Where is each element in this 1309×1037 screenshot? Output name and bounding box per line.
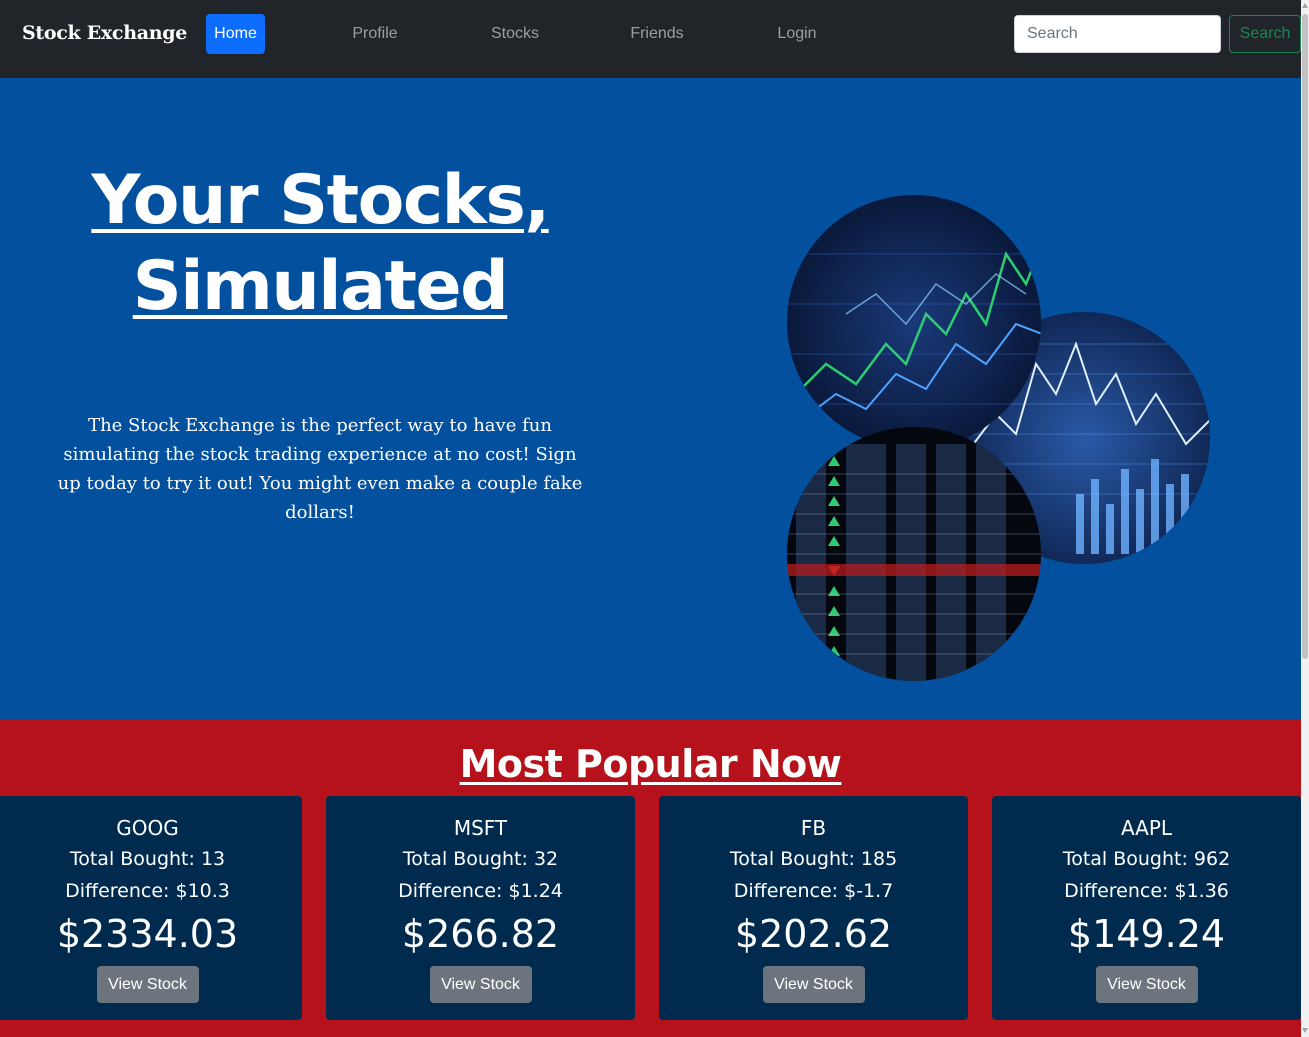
view-stock-button[interactable]: View Stock (96, 966, 199, 1003)
stock-difference: Difference: $10.3 (65, 880, 230, 902)
nav-login[interactable]: Login (766, 14, 828, 54)
popular-section: Most Popular Now GOOG Total Bought: 13 D… (0, 720, 1301, 1037)
navbar: Stock Exchange Home Profile Stocks Frien… (0, 0, 1301, 78)
search-input[interactable] (1014, 15, 1221, 53)
view-stock-button[interactable]: View Stock (762, 966, 865, 1003)
scroll-thumb[interactable] (1302, 14, 1308, 659)
stock-card-fb: FB Total Bought: 185 Difference: $-1.7 $… (659, 796, 968, 1020)
stock-total-bought: Total Bought: 13 (69, 848, 226, 870)
page-scrollbar[interactable] (1301, 0, 1309, 1037)
stock-difference: Difference: $-1.7 (733, 880, 894, 902)
stock-total-bought: Total Bought: 32 (402, 848, 559, 870)
view-stock-button[interactable]: View Stock (429, 966, 532, 1003)
stock-difference: Difference: $1.36 (1064, 880, 1229, 902)
hero-title: Your Stocks, Simulated (91, 161, 550, 326)
scroll-down-icon[interactable] (1302, 1028, 1308, 1033)
brand-logo[interactable]: Stock Exchange (22, 22, 187, 44)
stock-ticker: GOOG (116, 816, 179, 840)
stock-total-bought: Total Bought: 185 (729, 848, 898, 870)
stock-price: $149.24 (1067, 912, 1226, 956)
stock-price: $266.82 (401, 912, 560, 956)
nav-profile[interactable]: Profile (340, 14, 410, 54)
stock-price: $2334.03 (56, 912, 239, 956)
stock-difference: Difference: $1.24 (398, 880, 563, 902)
stock-ticker: FB (800, 816, 827, 840)
hero-section: Your Stocks, Simulated The Stock Exchang… (0, 78, 1301, 720)
nav-home[interactable]: Home (206, 14, 265, 54)
stock-card-goog: GOOG Total Bought: 13 Difference: $10.3 … (0, 796, 302, 1020)
stock-ticker: MSFT (453, 816, 508, 840)
search-button[interactable]: Search (1229, 15, 1301, 53)
stock-ticker: AAPL (1120, 816, 1173, 840)
nav-friends[interactable]: Friends (620, 14, 694, 54)
popular-title: Most Popular Now (459, 742, 842, 786)
stock-price: $202.62 (734, 912, 893, 956)
hero-description: The Stock Exchange is the perfect way to… (57, 415, 583, 523)
stock-card-msft: MSFT Total Bought: 32 Difference: $1.24 … (326, 796, 635, 1020)
view-stock-button[interactable]: View Stock (1095, 966, 1198, 1003)
scroll-up-icon[interactable] (1302, 3, 1308, 8)
nav-stocks[interactable]: Stocks (480, 14, 550, 54)
stock-charts-image (787, 195, 1210, 681)
stock-card-aapl: AAPL Total Bought: 962 Difference: $1.36… (992, 796, 1301, 1020)
stock-total-bought: Total Bought: 962 (1062, 848, 1231, 870)
